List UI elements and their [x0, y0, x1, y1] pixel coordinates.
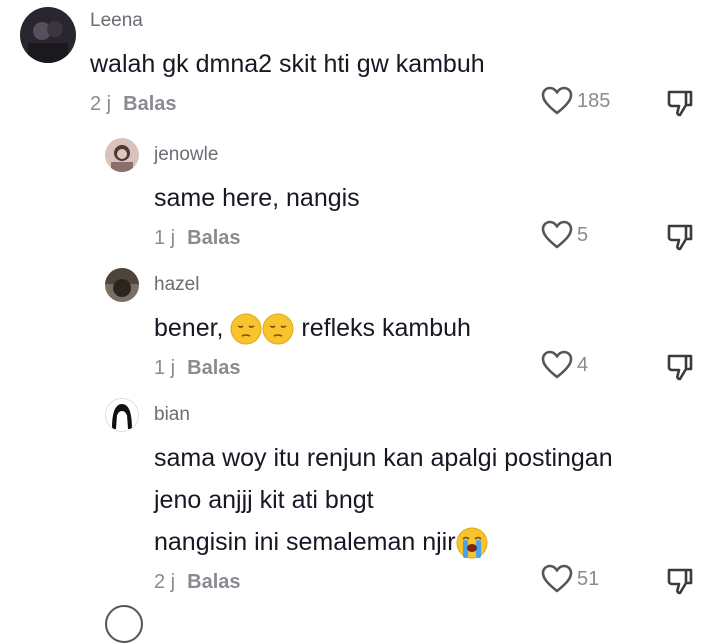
dislike-icon[interactable]: [665, 566, 695, 596]
username[interactable]: bian: [154, 404, 190, 426]
comment-text: bener, refleks kambuh: [154, 307, 471, 349]
comment-meta: 1 j Balas: [154, 357, 241, 380]
like-count: 4: [577, 353, 589, 376]
avatar-image: [105, 138, 139, 172]
username[interactable]: jenowle: [154, 144, 218, 166]
avatar[interactable]: [105, 398, 139, 432]
avatar[interactable]: [20, 7, 76, 63]
comment-text-last: nangisin ini semaleman njir: [154, 528, 456, 556]
comment-text-line: nangisin ini semaleman njir: [154, 521, 488, 563]
pensive-face-emoji-icon: [262, 313, 294, 345]
timestamp: 1 j: [154, 357, 176, 379]
timestamp: 2 j: [90, 93, 112, 115]
loudly-crying-face-emoji-icon: [456, 527, 488, 559]
timestamp: 1 j: [154, 227, 176, 249]
like-button[interactable]: 51: [541, 564, 599, 594]
comment-text: walah gk dmna2 skit hti gw kambuh: [90, 50, 485, 78]
comment-text-end: refleks kambuh: [294, 314, 471, 342]
reply-button[interactable]: Balas: [187, 227, 240, 249]
next-comment-avatar[interactable]: [105, 605, 143, 643]
timestamp: 2 j: [154, 571, 176, 593]
like-count: 5: [577, 223, 589, 246]
username[interactable]: hazel: [154, 274, 199, 296]
comment-text: same here, nangis: [154, 184, 360, 212]
dislike-icon[interactable]: [665, 88, 695, 118]
reply-button[interactable]: Balas: [187, 357, 240, 379]
comment-meta: 2 j Balas: [90, 93, 177, 116]
heart-icon: [541, 350, 573, 379]
avatar-image: [105, 268, 139, 302]
heart-icon: [541, 86, 573, 115]
username[interactable]: Leena: [90, 10, 143, 32]
like-button[interactable]: 4: [541, 350, 588, 380]
avatar[interactable]: [105, 268, 139, 302]
dislike-icon[interactable]: [665, 352, 695, 382]
like-button[interactable]: 5: [541, 220, 588, 250]
pensive-face-emoji-icon: [230, 313, 262, 345]
reply-button[interactable]: Balas: [187, 571, 240, 593]
avatar[interactable]: [105, 138, 139, 172]
like-button[interactable]: 185: [541, 86, 610, 116]
like-count: 51: [577, 567, 600, 590]
dislike-icon[interactable]: [665, 222, 695, 252]
like-count: 185: [577, 89, 611, 112]
comment-meta: 1 j Balas: [154, 227, 241, 250]
comment-text-line: jeno anjjj kit ati bngt: [154, 486, 374, 514]
avatar-image: [106, 399, 138, 431]
heart-icon: [541, 220, 573, 249]
comment-text-line: sama woy itu renjun kan apalgi postingan: [154, 444, 613, 472]
comment-text-start: bener,: [154, 314, 231, 342]
avatar-image: [20, 7, 76, 63]
comment-meta: 2 j Balas: [154, 571, 241, 594]
heart-icon: [541, 564, 573, 593]
reply-button[interactable]: Balas: [123, 93, 176, 115]
